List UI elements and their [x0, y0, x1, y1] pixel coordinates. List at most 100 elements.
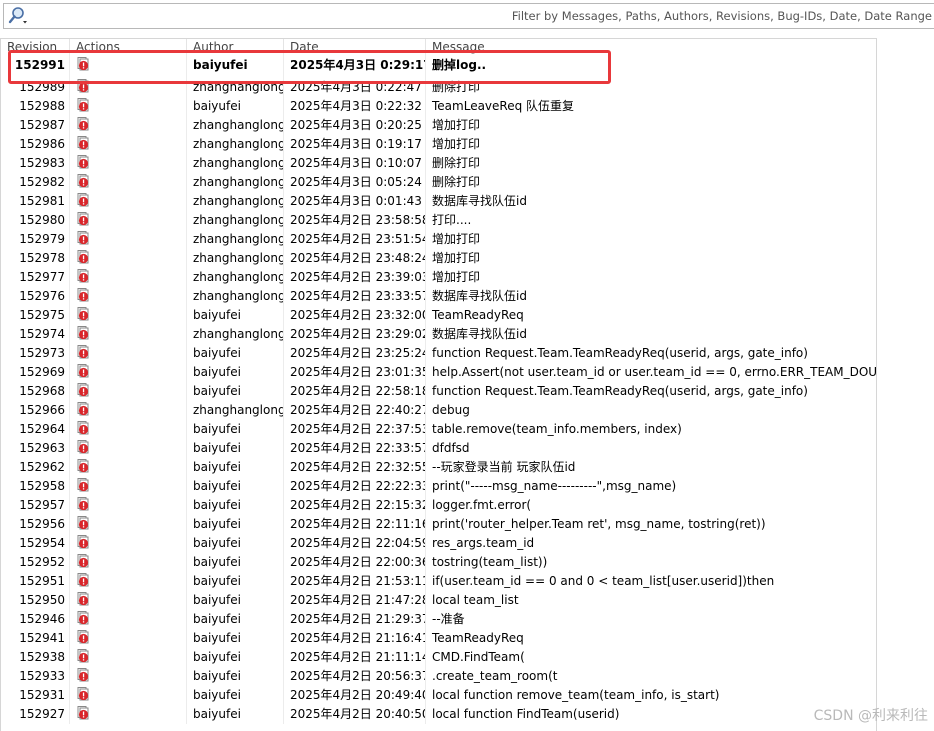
revision-cell: 152938 [1, 648, 70, 667]
table-row[interactable]: 152988 baiyufei 2025年4月3日 0:22:32 TeamLeave… [1, 97, 876, 116]
revision-cell: 152954 [1, 534, 70, 553]
revision-cell: 152962 [1, 458, 70, 477]
message-cell: tostring(team_list)) [432, 555, 548, 569]
revision-cell: 152951 [1, 572, 70, 591]
table-row[interactable]: 152983 zhanghanglong 2025年4月3日 0:10:07 删除打印 [1, 154, 876, 173]
actions-cell [70, 268, 187, 287]
date-cell: 2025年4月3日 0:05:24 [284, 173, 426, 192]
table-row[interactable]: 152975 baiyufei 2025年4月2日 23:32:00 TeamRead… [1, 306, 876, 325]
date-cell: 2025年4月3日 0:01:43 [284, 192, 426, 211]
table-row[interactable]: 152991 baiyufei 2025年4月3日 0:29:17 删掉log.. [1, 51, 876, 78]
modified-action-icon [77, 478, 89, 492]
actions-cell [70, 78, 187, 97]
table-row[interactable]: 152956 baiyufei 2025年4月2日 22:11:16 print('r… [1, 515, 876, 534]
revision-list[interactable]: Revision Actions Author Date Message 152… [0, 38, 877, 731]
author-cell: baiyufei [187, 648, 284, 667]
table-row[interactable]: 152987 zhanghanglong 2025年4月3日 0:20:25 增加打印 [1, 116, 876, 135]
table-row[interactable]: 152986 zhanghanglong 2025年4月3日 0:19:17 增加打印 [1, 135, 876, 154]
revision-cell: 152977 [1, 268, 70, 287]
message-cell: 数据库寻找队伍id [432, 289, 527, 303]
table-row[interactable]: 152938 baiyufei 2025年4月2日 21:11:14 CMD.Fin… [1, 648, 876, 667]
table-row[interactable]: 152989 zhanghanglong 2025年4月3日 0:22:47 删除打印 [1, 78, 876, 97]
message-cell: 数据库寻找队伍id [432, 327, 527, 341]
message-cell: local function FindTeam(userid) [432, 707, 620, 721]
table-row[interactable]: 152981 zhanghanglong 2025年4月3日 0:01:43 数据库寻… [1, 192, 876, 211]
modified-action-icon [77, 459, 89, 473]
revision-cell: 152986 [1, 135, 70, 154]
filter-input[interactable] [32, 6, 932, 26]
message-cell: dfdfsd [432, 441, 470, 455]
revision-cell: 152963 [1, 439, 70, 458]
table-row[interactable]: 152952 baiyufei 2025年4月2日 22:00:36 tostrin… [1, 553, 876, 572]
message-cell: .create_team_room(t [432, 669, 558, 683]
author-cell: baiyufei [187, 572, 284, 591]
table-row[interactable]: 152963 baiyufei 2025年4月2日 22:33:57 dfdfsd [1, 439, 876, 458]
author-cell: baiyufei [187, 97, 284, 116]
revision-cell: 152988 [1, 97, 70, 116]
table-row[interactable]: 152933 baiyufei 2025年4月2日 20:56:37 .create_… [1, 667, 876, 686]
table-row[interactable]: 152950 baiyufei 2025年4月2日 21:47:28 local te… [1, 591, 876, 610]
filter-bar [3, 3, 934, 29]
table-row[interactable]: 152977 zhanghanglong 2025年4月2日 23:39:03 增加打… [1, 268, 876, 287]
author-cell: zhanghanglong [187, 211, 284, 230]
actions-cell [70, 344, 187, 363]
table-row[interactable]: 152982 zhanghanglong 2025年4月3日 0:05:24 删除打印 [1, 173, 876, 192]
modified-action-icon [77, 98, 89, 112]
modified-action-icon [77, 497, 89, 511]
actions-cell [70, 420, 187, 439]
date-cell: 2025年4月2日 20:49:40 [284, 686, 426, 705]
message-cell: local function remove_team(team_info, is… [432, 688, 720, 702]
table-row[interactable]: 152978 zhanghanglong 2025年4月2日 23:48:24 增加打… [1, 249, 876, 268]
table-row[interactable]: 152957 baiyufei 2025年4月2日 22:15:32 logger.f… [1, 496, 876, 515]
modified-action-icon [77, 79, 89, 93]
table-row[interactable]: 152976 zhanghanglong 2025年4月2日 23:33:57 数据库… [1, 287, 876, 306]
table-row[interactable]: 152941 baiyufei 2025年4月2日 21:16:41 TeamRead… [1, 629, 876, 648]
revision-cell: 152991 [1, 51, 70, 78]
table-row[interactable]: 152962 baiyufei 2025年4月2日 22:32:55 --玩家登录当前… [1, 458, 876, 477]
author-cell: baiyufei [187, 51, 284, 78]
table-row[interactable]: 152927 baiyufei 2025年4月2日 20:40:50 local fu… [1, 705, 876, 724]
modified-action-icon [77, 155, 89, 169]
message-cell: help.Assert(not user.team_id or user.tea… [432, 365, 877, 379]
date-cell: 2025年4月2日 22:04:59 [284, 534, 426, 553]
message-cell: logger.fmt.error( [432, 498, 532, 512]
date-cell: 2025年4月2日 20:40:50 [284, 705, 426, 724]
table-row[interactable]: 152931 baiyufei 2025年4月2日 20:49:40 local fu… [1, 686, 876, 705]
modified-action-icon [77, 554, 89, 568]
table-row[interactable]: 152966 zhanghanglong 2025年4月2日 22:40:27 deb… [1, 401, 876, 420]
actions-cell [70, 572, 187, 591]
message-cell: print("-----msg_name---------",msg_name) [432, 479, 677, 493]
author-cell: baiyufei [187, 496, 284, 515]
table-row[interactable]: 152946 baiyufei 2025年4月2日 21:29:37 --准备 [1, 610, 876, 629]
revision-cell: 152952 [1, 553, 70, 572]
actions-cell [70, 439, 187, 458]
table-row[interactable]: 152968 baiyufei 2025年4月2日 22:58:18 function… [1, 382, 876, 401]
modified-action-icon [77, 231, 89, 245]
revision-cell: 152987 [1, 116, 70, 135]
date-cell: 2025年4月2日 22:32:55 [284, 458, 426, 477]
revision-cell: 152982 [1, 173, 70, 192]
author-cell: zhanghanglong [187, 230, 284, 249]
table-row[interactable]: 152969 baiyufei 2025年4月2日 23:01:35 help.Ass… [1, 363, 877, 382]
author-cell: baiyufei [187, 382, 284, 401]
table-row[interactable]: 152973 baiyufei 2025年4月2日 23:25:24 function… [1, 344, 876, 363]
table-row[interactable]: 152958 baiyufei 2025年4月2日 22:22:33 print("-… [1, 477, 876, 496]
table-row[interactable]: 152951 baiyufei 2025年4月2日 21:53:11 if(user.… [1, 572, 876, 591]
revision-cell: 152956 [1, 515, 70, 534]
search-icon[interactable] [7, 6, 29, 26]
table-row[interactable]: 152954 baiyufei 2025年4月2日 22:04:59 res_args… [1, 534, 876, 553]
message-cell: 增加打印 [432, 118, 481, 132]
table-row[interactable]: 152980 zhanghanglong 2025年4月2日 23:58:58 打印.… [1, 211, 876, 230]
modified-action-icon [77, 573, 89, 587]
revision-cell: 152969 [1, 363, 70, 382]
message-cell: table.remove(team_info.members, index) [432, 422, 682, 436]
table-row[interactable]: 152964 baiyufei 2025年4月2日 22:37:53 table.re… [1, 420, 876, 439]
date-cell: 2025年4月3日 0:19:17 [284, 135, 426, 154]
rows-container: 152991 baiyufei 2025年4月3日 0:29:17 删掉log.. 15… [1, 51, 877, 724]
date-cell: 2025年4月2日 22:22:33 [284, 477, 426, 496]
message-cell: 删除打印 [432, 175, 481, 189]
table-row[interactable]: 152974 zhanghanglong 2025年4月2日 23:29:02 数据库… [1, 325, 876, 344]
table-row[interactable]: 152979 zhanghanglong 2025年4月2日 23:51:54 增加打… [1, 230, 876, 249]
date-cell: 2025年4月2日 23:51:54 [284, 230, 426, 249]
revision-cell: 152968 [1, 382, 70, 401]
